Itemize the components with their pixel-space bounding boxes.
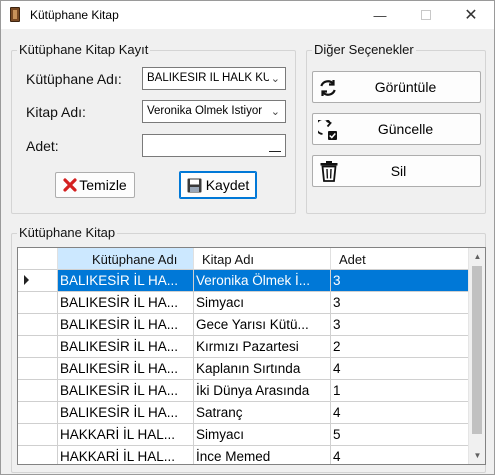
table-cell[interactable]: BALIKESİR İL HA...: [58, 336, 194, 358]
table-cell[interactable]: 4: [331, 358, 469, 380]
table-cell[interactable]: 2: [331, 336, 469, 358]
kitap-combobox[interactable]: Veronika Ölmek İstiyor ⌄: [142, 100, 286, 123]
kaydet-button-label: Kaydet: [205, 177, 250, 193]
kutuphane-combobox[interactable]: BALIKESİR İL HALK KÜTÜPHANESİ ⌄: [142, 67, 286, 90]
kutuphane-label: Kütüphane Adı:: [26, 71, 122, 87]
diger-group-legend: Diğer Seçenekler: [312, 42, 416, 57]
table-cell[interactable]: HAKKARİ İL HAL...: [58, 446, 194, 464]
table-cell[interactable]: 3: [331, 292, 469, 314]
floppy-disk-icon: [187, 178, 202, 193]
table-cell[interactable]: 3: [331, 314, 469, 336]
guncelle-button-label: Güncelle: [377, 121, 434, 137]
table-cell[interactable]: 5: [331, 424, 469, 446]
update-icon: [318, 120, 340, 142]
kayit-group-legend: Kütüphane Kitap Kayıt: [17, 42, 151, 57]
goruntule-button-label: Görüntüle: [374, 79, 437, 95]
table-cell[interactable]: Simyacı: [194, 424, 331, 446]
table-row[interactable]: BALIKESİR İL HA... Kırmızı Pazartesi 2: [18, 336, 469, 358]
table-cell[interactable]: Gece Yarısı Kütü...: [194, 314, 331, 336]
row-header[interactable]: [18, 336, 58, 358]
row-header[interactable]: [18, 446, 58, 464]
column-header-kitap[interactable]: Kitap Adı: [194, 248, 331, 270]
row-header[interactable]: [18, 358, 58, 380]
table-cell[interactable]: BALIKESİR İL HA...: [58, 380, 194, 402]
table-cell[interactable]: BALIKESİR İL HA...: [58, 402, 194, 424]
red-x-icon: [63, 178, 77, 192]
input-mask-underline: [269, 151, 281, 152]
table-row[interactable]: BALIKESİR İL HA... Veronika Ölmek İ... 3: [18, 270, 469, 292]
table-row[interactable]: BALIKESİR İL HA... Kaplanın Sırtında 4: [18, 358, 469, 380]
data-grid[interactable]: Kütüphane Adı Kitap Adı Adet BALIKESİR İ…: [17, 247, 486, 465]
sil-button-label: Sil: [390, 163, 407, 179]
table-cell[interactable]: Kaplanın Sırtında: [194, 358, 331, 380]
row-header[interactable]: [18, 270, 58, 292]
kitap-combobox-value: Veronika Ölmek İstiyor: [147, 105, 263, 117]
column-header-adet[interactable]: Adet: [331, 248, 469, 270]
table-cell[interactable]: Simyacı: [194, 292, 331, 314]
sil-button[interactable]: Sil: [312, 155, 481, 187]
goruntule-button[interactable]: Görüntüle: [312, 71, 481, 103]
table-cell[interactable]: 4: [331, 402, 469, 424]
row-header[interactable]: [18, 292, 58, 314]
table-cell[interactable]: BALIKESİR İL HA...: [58, 270, 194, 292]
maximize-button[interactable]: [403, 1, 449, 29]
window-title: Kütüphane Kitap: [30, 8, 119, 22]
close-button[interactable]: ✕: [448, 1, 494, 29]
table-row[interactable]: HAKKARİ İL HAL... İnce Memed 4: [18, 446, 469, 464]
minimize-icon: —: [373, 7, 387, 23]
table-cell[interactable]: BALIKESİR İL HA...: [58, 314, 194, 336]
table-row[interactable]: BALIKESİR İL HA... Gece Yarısı Kütü... 3: [18, 314, 469, 336]
scroll-down-arrow-icon[interactable]: ▼: [469, 447, 485, 464]
table-cell[interactable]: 3: [331, 270, 469, 292]
guncelle-button[interactable]: Güncelle: [312, 113, 481, 145]
table-cell[interactable]: 1: [331, 380, 469, 402]
trash-icon: [319, 161, 339, 182]
temizle-button-label: Temizle: [79, 177, 127, 193]
table-cell[interactable]: BALIKESİR İL HA...: [58, 292, 194, 314]
adet-label: Adet:: [26, 138, 59, 154]
current-row-arrow-icon: [24, 275, 29, 285]
row-header[interactable]: [18, 314, 58, 336]
row-header[interactable]: [18, 424, 58, 446]
table-cell[interactable]: İnce Memed: [194, 446, 331, 464]
table-row[interactable]: HAKKARİ İL HAL... Simyacı 5: [18, 424, 469, 446]
minimize-button[interactable]: —: [357, 1, 403, 29]
maximize-icon: [421, 10, 431, 20]
kaydet-button[interactable]: Kaydet: [179, 171, 257, 199]
grid-corner-header[interactable]: [18, 248, 58, 270]
adet-input[interactable]: [142, 134, 286, 157]
kitap-label: Kitap Adı:: [26, 104, 86, 120]
kutuphane-combobox-value: BALIKESİR İL HALK KÜTÜPHANESİ: [147, 72, 269, 84]
temizle-button[interactable]: Temizle: [55, 172, 135, 198]
book-app-icon: [10, 7, 20, 22]
row-header[interactable]: [18, 380, 58, 402]
title-bar: Kütüphane Kitap — ✕: [1, 1, 494, 29]
close-icon: ✕: [464, 7, 478, 24]
table-cell[interactable]: İki Dünya Arasında: [194, 380, 331, 402]
table-cell[interactable]: Satranç: [194, 402, 331, 424]
table-row[interactable]: BALIKESİR İL HA... Simyacı 3: [18, 292, 469, 314]
row-header[interactable]: [18, 402, 58, 424]
grid-group-legend: Kütüphane Kitap: [17, 225, 118, 240]
grid-header: Kütüphane Adı Kitap Adı Adet: [18, 248, 485, 270]
table-cell[interactable]: Kırmızı Pazartesi: [194, 336, 331, 358]
table-cell[interactable]: 4: [331, 446, 469, 464]
table-cell[interactable]: Veronika Ölmek İ...: [194, 270, 331, 292]
chevron-down-icon[interactable]: ⌄: [271, 72, 280, 85]
table-cell[interactable]: HAKKARİ İL HAL...: [58, 424, 194, 446]
column-header-kutuphane[interactable]: Kütüphane Adı: [58, 248, 194, 270]
scroll-up-arrow-icon[interactable]: ▲: [469, 248, 485, 265]
table-row[interactable]: BALIKESİR İL HA... İki Dünya Arasında 1: [18, 380, 469, 402]
refresh-icon: [318, 78, 338, 98]
app-window: Kütüphane Kitap — ✕ Kütüphane Kitap Kayı…: [0, 0, 495, 475]
scrollbar-thumb[interactable]: [472, 266, 482, 434]
table-cell[interactable]: BALIKESİR İL HA...: [58, 358, 194, 380]
table-row[interactable]: BALIKESİR İL HA... Satranç 4: [18, 402, 469, 424]
chevron-down-icon[interactable]: ⌄: [271, 105, 280, 118]
vertical-scrollbar[interactable]: ▲ ▼: [468, 248, 485, 464]
